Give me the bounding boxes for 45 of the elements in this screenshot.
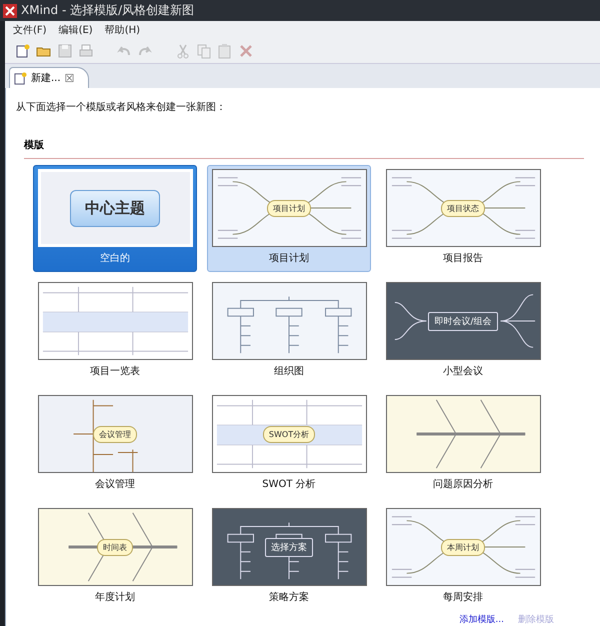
template-name: 空白的 bbox=[100, 252, 130, 265]
template-link[interactable]: 添加模版... bbox=[459, 613, 504, 626]
central-topic: 中心主题 bbox=[70, 190, 160, 226]
template-tile[interactable]: 时间表 年度计划 bbox=[33, 504, 197, 611]
tab-label: 新建... bbox=[31, 72, 61, 85]
template-tile[interactable]: 即时会议/组会 小型会议 bbox=[381, 278, 545, 385]
template-tile[interactable]: 组织图 bbox=[207, 278, 371, 385]
template-name: 策略方案 bbox=[269, 590, 309, 604]
template-name: 项目报告 bbox=[443, 252, 483, 265]
central-topic: 本周计划 bbox=[441, 538, 485, 556]
template-name: 小型会议 bbox=[443, 364, 483, 378]
central-topic: 时间表 bbox=[97, 538, 133, 556]
central-topic: 选择方案 bbox=[265, 538, 313, 556]
new-icon[interactable] bbox=[15, 43, 31, 59]
menu-item[interactable]: 文件(F) bbox=[13, 23, 47, 37]
editor-tab[interactable]: 新建... ☒ bbox=[9, 67, 90, 88]
template-name: 每周安排 bbox=[443, 590, 483, 604]
central-topic: 即时会议/组会 bbox=[428, 312, 498, 330]
section-heading: 模版 bbox=[24, 138, 45, 152]
template-tile[interactable]: 选择方案 策略方案 bbox=[207, 504, 371, 611]
central-topic: 项目计划 bbox=[267, 200, 311, 216]
instruction-text: 从下面选择一个模版或者风格来创建一张新图： bbox=[16, 100, 227, 114]
template-name: 项目计划 bbox=[269, 252, 309, 265]
template-tile[interactable]: 项目状态 项目报告 bbox=[381, 165, 545, 272]
template-name: SWOT 分析 bbox=[262, 478, 316, 491]
central-topic: 项目状态 bbox=[441, 200, 485, 216]
template-name: 组织图 bbox=[274, 365, 304, 378]
template-tile[interactable]: 中心主题 空白的 bbox=[33, 165, 197, 272]
template-tile[interactable]: 会议管理 会议管理 bbox=[33, 391, 197, 498]
template-tile[interactable]: 项目计划 项目计划 bbox=[207, 165, 371, 272]
central-topic: 会议管理 bbox=[93, 426, 137, 442]
template-tile[interactable]: 本周计划 每周安排 bbox=[381, 504, 545, 611]
template-name: 会议管理 bbox=[95, 478, 135, 491]
template-name: 问题原因分析 bbox=[433, 478, 493, 491]
template-name: 年度计划 bbox=[95, 590, 135, 604]
template-tile[interactable]: SWOT分析 SWOT 分析 bbox=[207, 391, 371, 498]
window-title: XMind - 选择模版/风格创建新图 bbox=[21, 2, 194, 19]
template-name: 项目一览表 bbox=[90, 364, 140, 378]
app-logo-icon bbox=[3, 4, 17, 18]
new-map-icon bbox=[14, 72, 27, 84]
template-tile[interactable]: 问题原因分析 bbox=[381, 391, 545, 498]
menu-item[interactable]: 帮助(H) bbox=[104, 23, 140, 37]
close-button[interactable]: ☒ bbox=[64, 72, 74, 84]
menu-item[interactable]: 编辑(E) bbox=[58, 23, 93, 37]
template-tile[interactable]: 项目一览表 bbox=[33, 278, 197, 385]
